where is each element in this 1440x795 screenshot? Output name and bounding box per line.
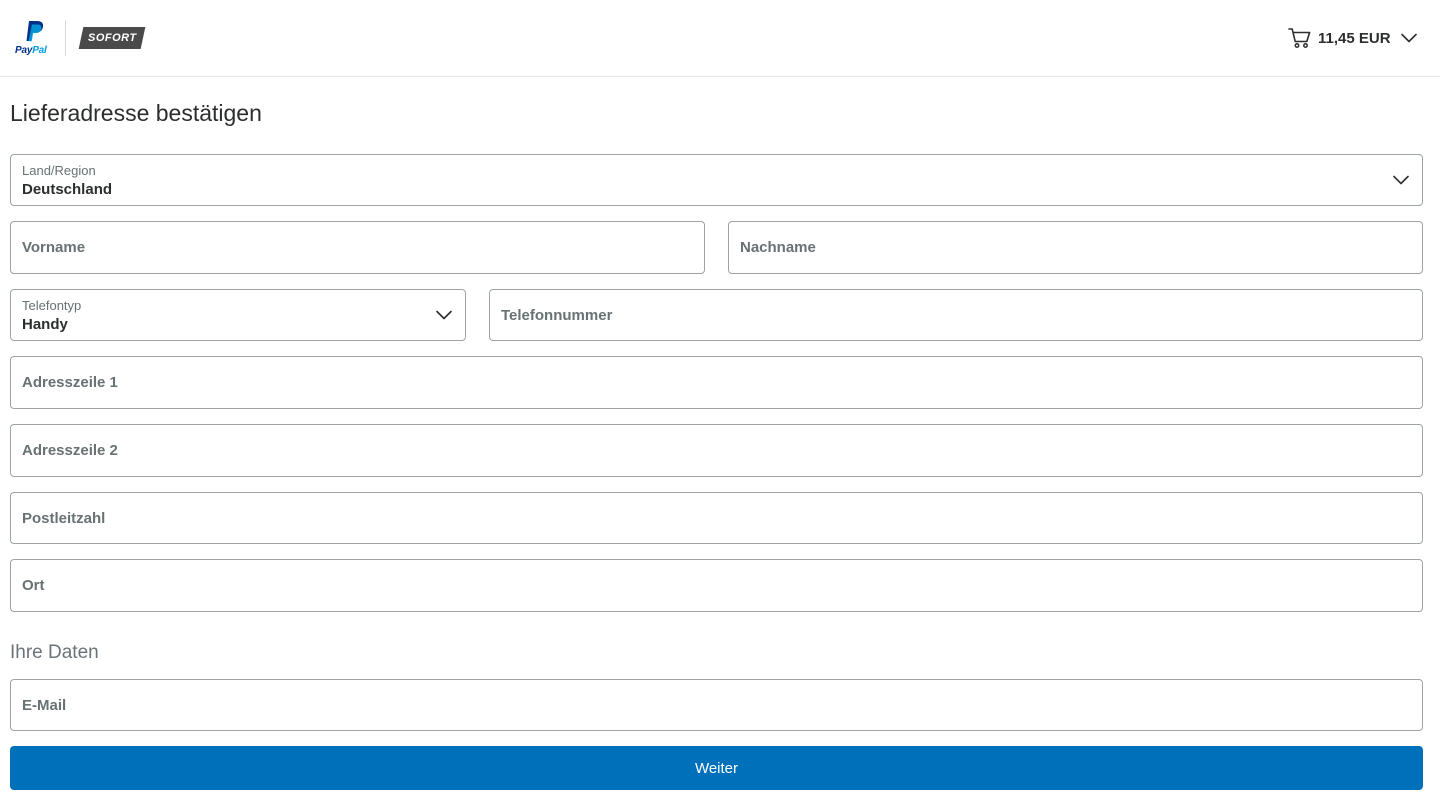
phone-number-input[interactable] (490, 290, 1422, 340)
postal-code-input[interactable] (11, 493, 1422, 543)
address-line2-field[interactable] (10, 424, 1423, 477)
header: PayPal SOFORT 11,45 EUR (0, 0, 1440, 77)
last-name-input[interactable] (729, 222, 1422, 273)
paypal-wordmark-pay: Pay (15, 45, 33, 56)
paypal-mark-icon (26, 21, 44, 42)
chevron-down-icon (436, 310, 452, 320)
paypal-logo: PayPal (13, 20, 53, 58)
address-line1-field[interactable] (10, 356, 1423, 409)
your-data-heading: Ihre Daten (10, 642, 99, 663)
first-name-input[interactable] (11, 222, 704, 273)
last-name-field[interactable] (728, 221, 1423, 274)
phone-type-value: Handy (22, 316, 68, 333)
chevron-down-icon (1393, 175, 1409, 185)
sofort-logo: SOFORT (78, 27, 146, 49)
city-input[interactable] (11, 560, 1422, 611)
country-select[interactable]: Land/Region Deutschland (10, 154, 1423, 206)
email-input[interactable] (11, 680, 1422, 730)
address-line1-input[interactable] (11, 357, 1422, 408)
sofort-logo-text: SOFORT (87, 32, 137, 44)
country-value: Deutschland (22, 181, 113, 198)
email-field[interactable] (10, 679, 1423, 731)
postal-code-field[interactable] (10, 492, 1423, 544)
paypal-wordmark: PayPal (15, 45, 47, 56)
paypal-wordmark-pal: Pal (32, 45, 47, 56)
first-name-field[interactable] (10, 221, 705, 274)
shopping-cart-icon (1288, 28, 1311, 48)
cart-amount: 11,45 EUR (1318, 29, 1391, 47)
chevron-down-icon (1400, 33, 1417, 43)
phone-number-field[interactable] (489, 289, 1423, 341)
page-title: Lieferadresse bestätigen (10, 100, 262, 126)
phone-type-select[interactable]: Telefontyp Handy (10, 289, 466, 341)
city-field[interactable] (10, 559, 1423, 612)
address-line2-input[interactable] (11, 425, 1422, 476)
cart-summary-toggle[interactable]: 11,45 EUR (1288, 27, 1417, 49)
continue-button[interactable]: Weiter (10, 746, 1423, 790)
country-label: Land/Region (22, 163, 96, 178)
phone-type-label: Telefontyp (22, 298, 82, 313)
logo-divider (65, 20, 66, 56)
